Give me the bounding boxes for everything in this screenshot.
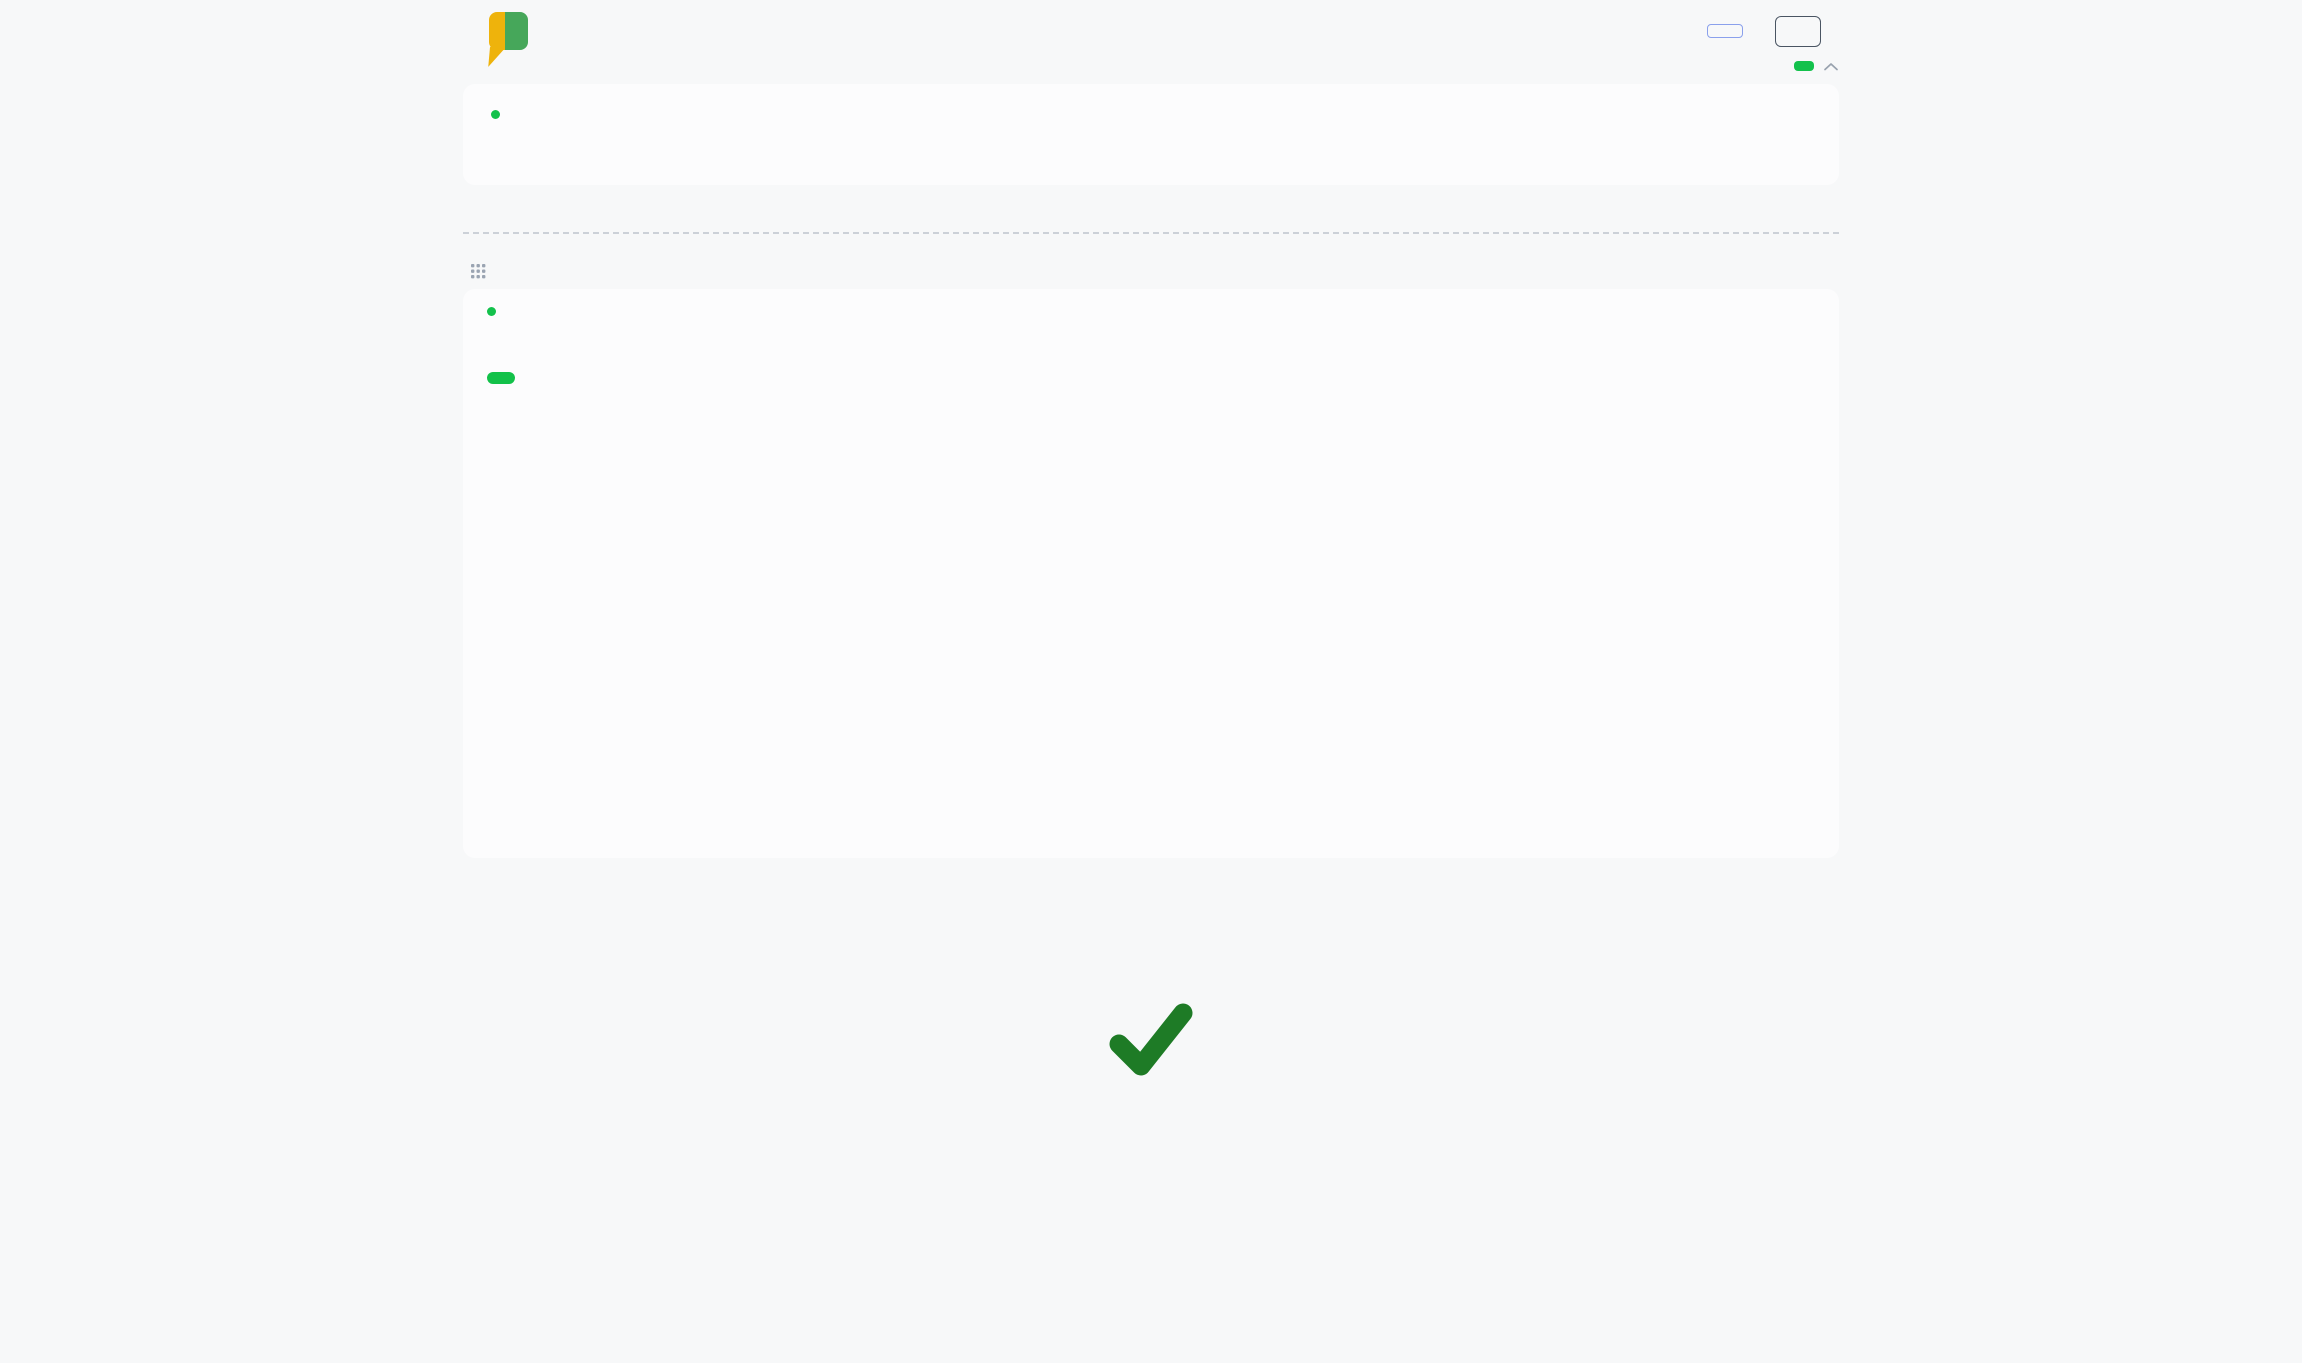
success-check-icon <box>1105 998 1197 1082</box>
top-nav <box>1643 16 1821 47</box>
overall-status <box>1794 61 1839 71</box>
api-card <box>463 84 1839 185</box>
status-badge[interactable] <box>1794 61 1814 71</box>
page <box>463 0 1839 1082</box>
component-info <box>487 307 507 316</box>
operational-pill <box>487 372 515 384</box>
check-icon <box>505 12 528 50</box>
response-area-chart <box>487 579 1815 679</box>
grid-icon <box>471 264 486 279</box>
chart1-plot <box>533 427 1815 539</box>
subscribe-button[interactable] <box>1707 24 1743 38</box>
status-dot-icon <box>487 307 496 316</box>
component-info <box>491 110 511 119</box>
bubble-tail <box>488 47 505 68</box>
status-line <box>463 52 1839 78</box>
no-incidents-section <box>463 998 1839 1082</box>
dashed-divider <box>463 232 1839 234</box>
today-hour-blocks <box>487 699 1815 751</box>
uptime-bars <box>491 135 1811 157</box>
brand-logo <box>489 12 542 50</box>
brand-bubble-icon <box>489 12 528 50</box>
topbar <box>463 0 1839 52</box>
status-dot-icon <box>491 110 500 119</box>
component-row <box>487 307 1815 316</box>
chart1-y-axis <box>487 427 533 539</box>
response-minute-chart <box>487 427 1815 539</box>
hsp-website-card <box>463 289 1839 858</box>
exclaim-icon <box>489 12 505 50</box>
chevron-up-icon[interactable] <box>1823 62 1839 71</box>
other-components-header <box>463 264 1839 279</box>
theme-toggle-button[interactable] <box>1775 16 1821 47</box>
component-row <box>491 110 1811 119</box>
last-90-days-bars <box>482 791 1820 826</box>
